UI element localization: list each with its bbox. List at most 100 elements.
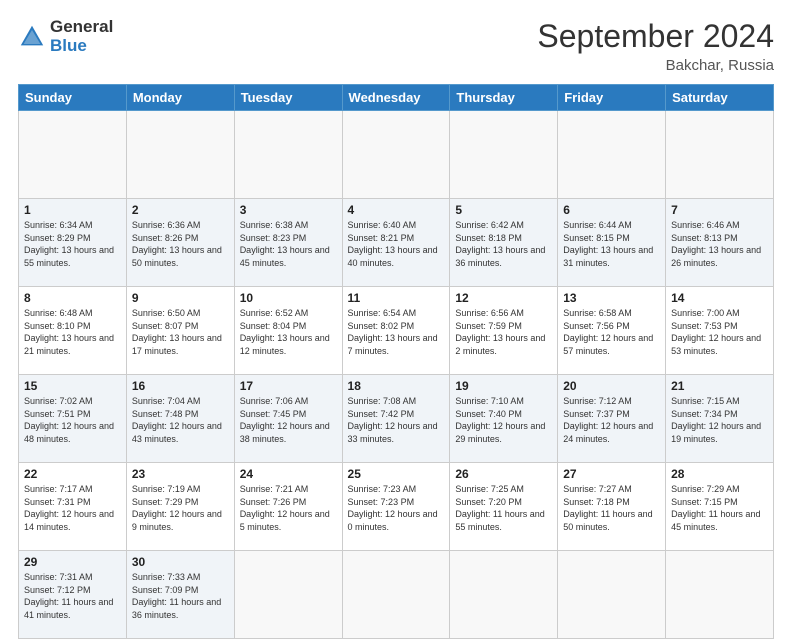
- day-number: 26: [455, 467, 552, 481]
- logo: General Blue: [18, 18, 113, 55]
- cell-info: Sunrise: 7:21 AMSunset: 7:26 PMDaylight:…: [240, 484, 330, 532]
- day-number: 28: [671, 467, 768, 481]
- cell-info: Sunrise: 6:42 AMSunset: 8:18 PMDaylight:…: [455, 220, 545, 268]
- calendar-cell: 23 Sunrise: 7:19 AMSunset: 7:29 PMDaylig…: [126, 463, 234, 551]
- cell-info: Sunrise: 7:29 AMSunset: 7:15 PMDaylight:…: [671, 484, 760, 532]
- calendar-cell: 16 Sunrise: 7:04 AMSunset: 7:48 PMDaylig…: [126, 375, 234, 463]
- cell-info: Sunrise: 7:31 AMSunset: 7:12 PMDaylight:…: [24, 572, 113, 620]
- calendar-cell: [234, 111, 342, 199]
- calendar-cell: 12 Sunrise: 6:56 AMSunset: 7:59 PMDaylig…: [450, 287, 558, 375]
- calendar-cell: [126, 111, 234, 199]
- calendar-cell: 20 Sunrise: 7:12 AMSunset: 7:37 PMDaylig…: [558, 375, 666, 463]
- header-row: SundayMondayTuesdayWednesdayThursdayFrid…: [19, 85, 774, 111]
- day-number: 21: [671, 379, 768, 393]
- day-number: 13: [563, 291, 660, 305]
- cell-info: Sunrise: 7:04 AMSunset: 7:48 PMDaylight:…: [132, 396, 222, 444]
- calendar-cell: 7 Sunrise: 6:46 AMSunset: 8:13 PMDayligh…: [666, 199, 774, 287]
- week-row-1: [19, 111, 774, 199]
- day-number: 2: [132, 203, 229, 217]
- day-number: 20: [563, 379, 660, 393]
- cell-info: Sunrise: 6:50 AMSunset: 8:07 PMDaylight:…: [132, 308, 222, 356]
- day-number: 22: [24, 467, 121, 481]
- day-number: 15: [24, 379, 121, 393]
- top-section: General Blue September 2024 Bakchar, Rus…: [18, 18, 774, 74]
- day-number: 12: [455, 291, 552, 305]
- calendar-cell: 25 Sunrise: 7:23 AMSunset: 7:23 PMDaylig…: [342, 463, 450, 551]
- calendar-cell: 6 Sunrise: 6:44 AMSunset: 8:15 PMDayligh…: [558, 199, 666, 287]
- day-number: 24: [240, 467, 337, 481]
- calendar-cell: 10 Sunrise: 6:52 AMSunset: 8:04 PMDaylig…: [234, 287, 342, 375]
- calendar-cell: 27 Sunrise: 7:27 AMSunset: 7:18 PMDaylig…: [558, 463, 666, 551]
- day-number: 16: [132, 379, 229, 393]
- day-number: 1: [24, 203, 121, 217]
- cell-info: Sunrise: 7:12 AMSunset: 7:37 PMDaylight:…: [563, 396, 653, 444]
- day-number: 30: [132, 555, 229, 569]
- week-row-2: 1 Sunrise: 6:34 AMSunset: 8:29 PMDayligh…: [19, 199, 774, 287]
- calendar-cell: 26 Sunrise: 7:25 AMSunset: 7:20 PMDaylig…: [450, 463, 558, 551]
- header-day-saturday: Saturday: [666, 85, 774, 111]
- calendar-cell: 8 Sunrise: 6:48 AMSunset: 8:10 PMDayligh…: [19, 287, 127, 375]
- page: General Blue September 2024 Bakchar, Rus…: [0, 0, 792, 612]
- header-day-monday: Monday: [126, 85, 234, 111]
- day-number: 4: [348, 203, 445, 217]
- calendar-cell: [666, 111, 774, 199]
- calendar-cell: 4 Sunrise: 6:40 AMSunset: 8:21 PMDayligh…: [342, 199, 450, 287]
- calendar-cell: 15 Sunrise: 7:02 AMSunset: 7:51 PMDaylig…: [19, 375, 127, 463]
- cell-info: Sunrise: 7:27 AMSunset: 7:18 PMDaylight:…: [563, 484, 652, 532]
- title-section: September 2024 Bakchar, Russia: [537, 18, 774, 74]
- calendar-cell: 11 Sunrise: 6:54 AMSunset: 8:02 PMDaylig…: [342, 287, 450, 375]
- logo-blue: Blue: [50, 37, 113, 56]
- day-number: 27: [563, 467, 660, 481]
- calendar-cell: [558, 551, 666, 639]
- day-number: 18: [348, 379, 445, 393]
- cell-info: Sunrise: 6:48 AMSunset: 8:10 PMDaylight:…: [24, 308, 114, 356]
- calendar-cell: 22 Sunrise: 7:17 AMSunset: 7:31 PMDaylig…: [19, 463, 127, 551]
- cell-info: Sunrise: 7:08 AMSunset: 7:42 PMDaylight:…: [348, 396, 438, 444]
- day-number: 14: [671, 291, 768, 305]
- month-year-title: September 2024: [537, 18, 774, 55]
- header-day-friday: Friday: [558, 85, 666, 111]
- calendar-cell: 9 Sunrise: 6:50 AMSunset: 8:07 PMDayligh…: [126, 287, 234, 375]
- cell-info: Sunrise: 7:15 AMSunset: 7:34 PMDaylight:…: [671, 396, 761, 444]
- day-number: 5: [455, 203, 552, 217]
- day-number: 25: [348, 467, 445, 481]
- calendar-cell: 1 Sunrise: 6:34 AMSunset: 8:29 PMDayligh…: [19, 199, 127, 287]
- cell-info: Sunrise: 6:44 AMSunset: 8:15 PMDaylight:…: [563, 220, 653, 268]
- calendar-cell: 5 Sunrise: 6:42 AMSunset: 8:18 PMDayligh…: [450, 199, 558, 287]
- cell-info: Sunrise: 6:54 AMSunset: 8:02 PMDaylight:…: [348, 308, 438, 356]
- cell-info: Sunrise: 6:36 AMSunset: 8:26 PMDaylight:…: [132, 220, 222, 268]
- day-number: 9: [132, 291, 229, 305]
- calendar-cell: 3 Sunrise: 6:38 AMSunset: 8:23 PMDayligh…: [234, 199, 342, 287]
- cell-info: Sunrise: 7:00 AMSunset: 7:53 PMDaylight:…: [671, 308, 761, 356]
- cell-info: Sunrise: 6:34 AMSunset: 8:29 PMDaylight:…: [24, 220, 114, 268]
- day-number: 17: [240, 379, 337, 393]
- day-number: 29: [24, 555, 121, 569]
- calendar-cell: 30 Sunrise: 7:33 AMSunset: 7:09 PMDaylig…: [126, 551, 234, 639]
- cell-info: Sunrise: 6:38 AMSunset: 8:23 PMDaylight:…: [240, 220, 330, 268]
- cell-info: Sunrise: 7:06 AMSunset: 7:45 PMDaylight:…: [240, 396, 330, 444]
- calendar-cell: 19 Sunrise: 7:10 AMSunset: 7:40 PMDaylig…: [450, 375, 558, 463]
- day-number: 10: [240, 291, 337, 305]
- header-day-thursday: Thursday: [450, 85, 558, 111]
- cell-info: Sunrise: 6:52 AMSunset: 8:04 PMDaylight:…: [240, 308, 330, 356]
- cell-info: Sunrise: 7:25 AMSunset: 7:20 PMDaylight:…: [455, 484, 544, 532]
- cell-info: Sunrise: 7:10 AMSunset: 7:40 PMDaylight:…: [455, 396, 545, 444]
- day-number: 11: [348, 291, 445, 305]
- week-row-3: 8 Sunrise: 6:48 AMSunset: 8:10 PMDayligh…: [19, 287, 774, 375]
- calendar-cell: 18 Sunrise: 7:08 AMSunset: 7:42 PMDaylig…: [342, 375, 450, 463]
- calendar-cell: [450, 551, 558, 639]
- week-row-6: 29 Sunrise: 7:31 AMSunset: 7:12 PMDaylig…: [19, 551, 774, 639]
- calendar-cell: 28 Sunrise: 7:29 AMSunset: 7:15 PMDaylig…: [666, 463, 774, 551]
- logo-text: General Blue: [50, 18, 113, 55]
- cell-info: Sunrise: 7:19 AMSunset: 7:29 PMDaylight:…: [132, 484, 222, 532]
- calendar-cell: 29 Sunrise: 7:31 AMSunset: 7:12 PMDaylig…: [19, 551, 127, 639]
- day-number: 6: [563, 203, 660, 217]
- calendar-cell: [19, 111, 127, 199]
- header-day-sunday: Sunday: [19, 85, 127, 111]
- calendar-cell: [342, 111, 450, 199]
- calendar-cell: [666, 551, 774, 639]
- calendar-cell: 2 Sunrise: 6:36 AMSunset: 8:26 PMDayligh…: [126, 199, 234, 287]
- calendar-cell: [450, 111, 558, 199]
- header-day-wednesday: Wednesday: [342, 85, 450, 111]
- cell-info: Sunrise: 7:23 AMSunset: 7:23 PMDaylight:…: [348, 484, 438, 532]
